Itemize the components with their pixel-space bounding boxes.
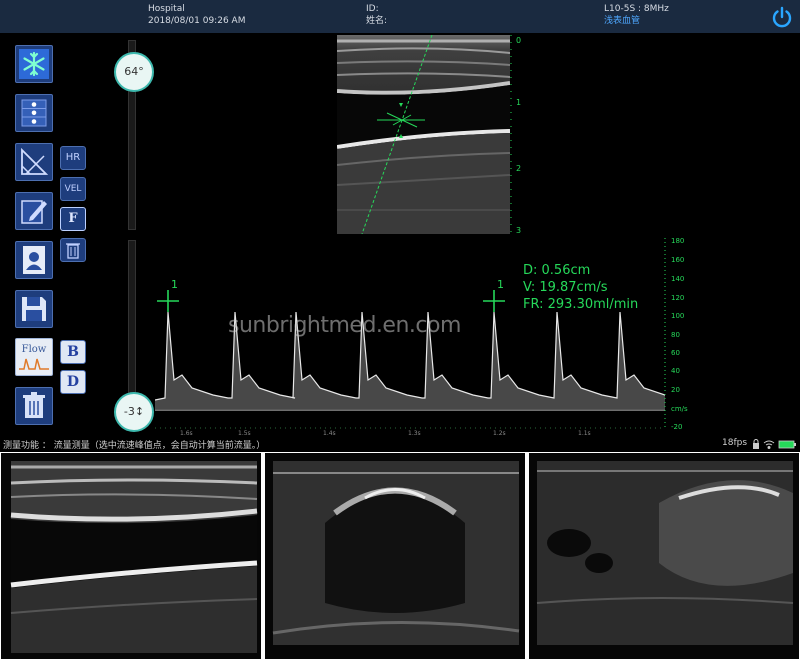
velocity-tick: 20: [671, 386, 680, 394]
velocity-tick: 60: [671, 349, 680, 357]
vel-button[interactable]: VEL: [60, 177, 86, 201]
depth-tick: 0: [516, 36, 522, 45]
time-tick: 1.4s: [323, 430, 336, 437]
baseline-slider-track[interactable]: [128, 240, 136, 410]
caliper-marker: [483, 290, 505, 312]
velocity-unit: cm/s: [671, 405, 688, 413]
velocity-measurement: V: 19.87cm/s: [523, 280, 608, 295]
trash-icon: [23, 392, 45, 418]
vessel-longitudinal-image: [337, 35, 510, 234]
vessel-image: [1, 453, 261, 659]
top-status-bar: Hospital 2018/08/01 09:26 AM ID: 姓名: L10…: [0, 0, 800, 33]
gland-image: [529, 453, 799, 659]
frame-rate: 18fps: [722, 438, 748, 448]
caliper-marker: [157, 290, 179, 312]
velocity-tick: 80: [671, 331, 680, 339]
watermark: sunbrightmed.en.com: [228, 313, 461, 338]
caliper-label: 1: [497, 278, 504, 291]
status-bar: 测量功能 ： 流量测量（选中流速峰值点，会自动计算当前流量。） 18fps: [0, 437, 800, 452]
velocity-tick: 100: [671, 312, 685, 320]
depth-tick: 1: [516, 98, 522, 107]
velocity-tick: -20: [671, 423, 683, 431]
velocity-tick: 180: [671, 237, 685, 245]
velocity-tick: 140: [671, 275, 685, 283]
flow-measure-button[interactable]: Flow: [15, 338, 53, 376]
patient-name-label: 姓名:: [366, 16, 388, 26]
patient-report-icon: [23, 246, 45, 274]
example-image-gland: [528, 452, 800, 660]
save-button[interactable]: [15, 290, 53, 328]
patient-id-label: ID:: [366, 4, 379, 14]
hr-button[interactable]: HR: [60, 146, 86, 170]
velocity-tick: 160: [671, 256, 685, 264]
time-tick: 1.3s: [408, 430, 421, 437]
angle-measure-icon: [21, 147, 49, 175]
time-tick: 1.1s: [578, 430, 591, 437]
dots-column-icon: [21, 99, 47, 127]
angle-knob[interactable]: 64°: [114, 52, 154, 92]
joint-image: [265, 453, 525, 659]
depth-tick: 2: [516, 164, 522, 173]
freeze-button[interactable]: [15, 45, 53, 83]
side-delete-button[interactable]: [60, 238, 86, 262]
angle-measure-button[interactable]: [15, 143, 53, 181]
power-icon[interactable]: [771, 6, 793, 28]
baseline-value: -3: [123, 405, 135, 418]
time-tick: 1.6s: [180, 430, 193, 437]
time-tick: 1.2s: [493, 430, 506, 437]
snowflake-freeze-icon: [19, 49, 49, 79]
flow-label: Flow: [22, 344, 47, 355]
delete-button[interactable]: [15, 387, 53, 425]
institution-name: Hospital: [148, 4, 185, 14]
f-button[interactable]: F: [60, 207, 86, 231]
wifi-icon: [763, 440, 775, 449]
flow-waveform-icon: Flow: [19, 344, 49, 370]
ultrasound-screen: Hospital 2018/08/01 09:26 AM ID: 姓名: L10…: [0, 0, 800, 452]
velocity-scale: [664, 238, 666, 428]
time-tick: 1.5s: [238, 430, 251, 437]
diameter-measurement: D: 0.56cm: [523, 263, 591, 278]
velocity-tick: 120: [671, 294, 685, 302]
save-disk-icon: [22, 297, 46, 321]
bmode-image[interactable]: [337, 35, 510, 234]
b-mode-button[interactable]: B: [60, 340, 86, 364]
mode-select-button[interactable]: [15, 94, 53, 132]
flow-rate-measurement: FR: 293.30ml/min: [523, 297, 639, 312]
trash-icon: [66, 243, 80, 259]
patient-report-button[interactable]: [15, 241, 53, 279]
lock-icon: [753, 439, 759, 449]
annotate-button[interactable]: [15, 192, 53, 230]
caliper-label: 1: [171, 278, 178, 291]
status-message: 测量功能 ： 流量测量（选中流速峰值点，会自动计算当前流量。）: [3, 441, 266, 451]
exam-datetime: 2018/08/01 09:26 AM: [148, 16, 246, 26]
edit-pencil-icon: [21, 200, 47, 224]
battery-icon: [778, 440, 796, 449]
exam-preset: 浅表血管: [604, 16, 641, 26]
d-mode-button[interactable]: D: [60, 370, 86, 394]
probe-frequency: L10-5S : 8MHz: [604, 4, 669, 14]
baseline-knob[interactable]: -3↕: [114, 392, 154, 432]
velocity-tick: 40: [671, 367, 680, 375]
example-image-vessel: [0, 452, 262, 660]
example-image-joint: [264, 452, 526, 660]
depth-scale: [510, 35, 512, 234]
